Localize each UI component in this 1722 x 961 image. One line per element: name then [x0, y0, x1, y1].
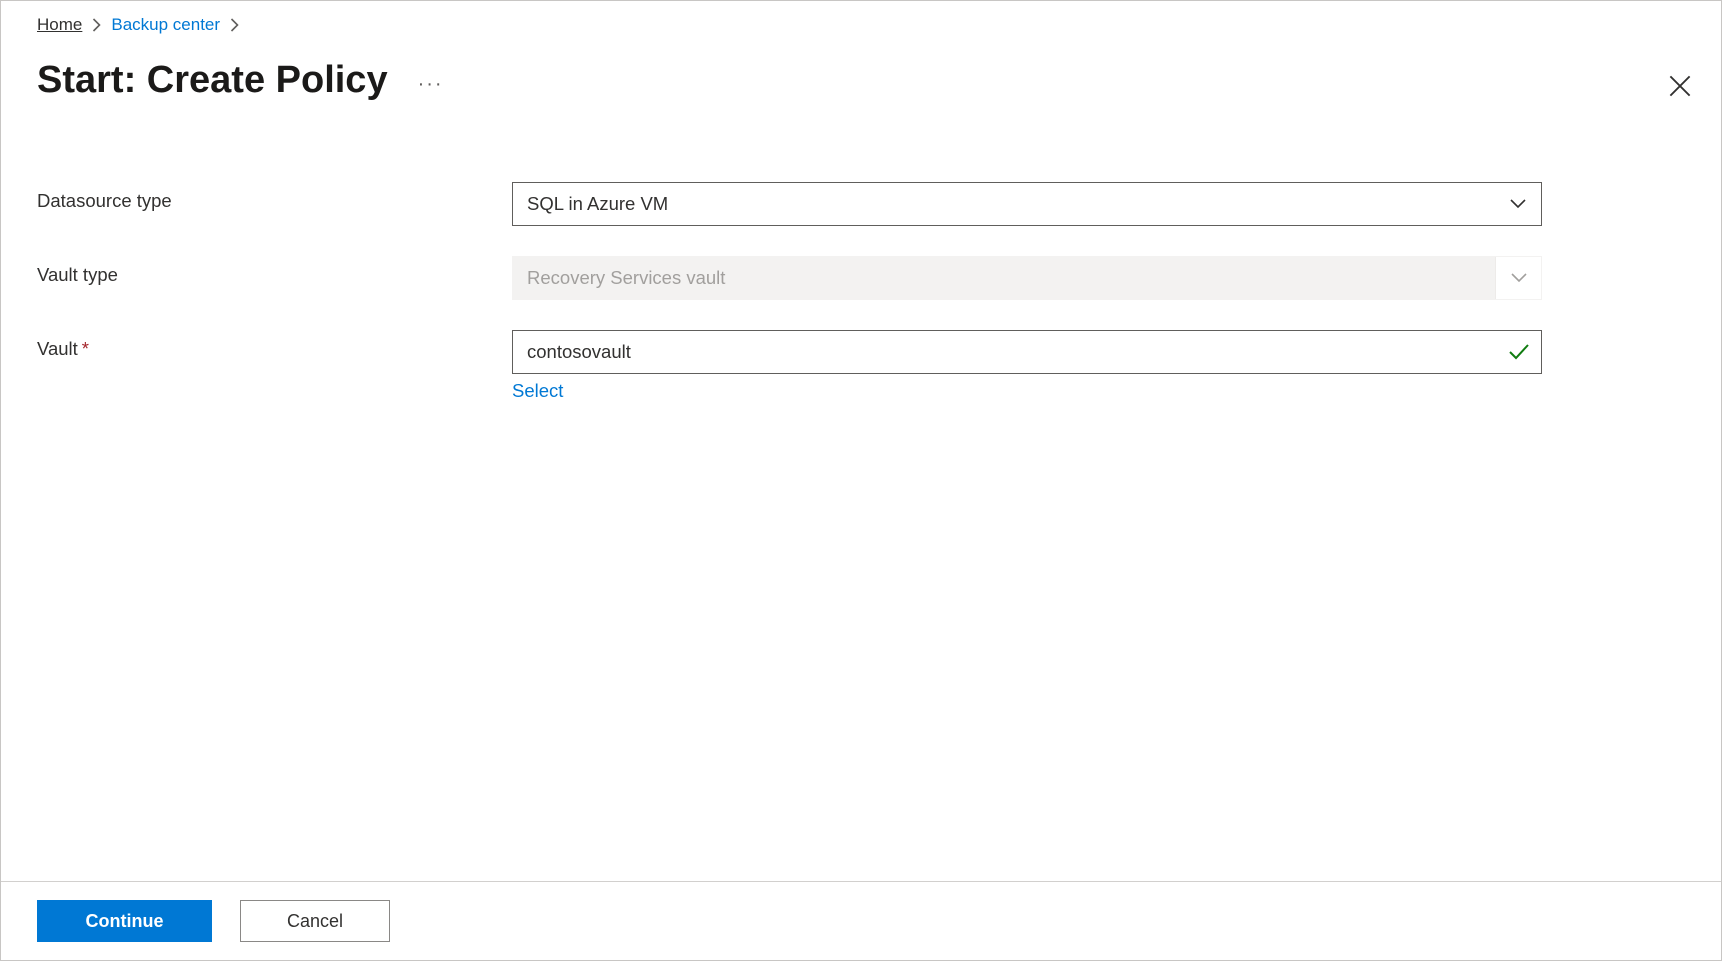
close-icon: [1669, 75, 1691, 97]
page-title: Start: Create Policy: [37, 59, 388, 102]
datasource-type-value: SQL in Azure VM: [527, 193, 668, 215]
close-button[interactable]: [1663, 69, 1697, 103]
checkmark-icon: [1509, 331, 1529, 373]
breadcrumb: Home Backup center: [37, 15, 1685, 35]
cancel-button[interactable]: Cancel: [240, 900, 390, 942]
vault-input[interactable]: contosovault: [512, 330, 1542, 374]
chevron-down-icon: [1495, 257, 1541, 299]
continue-button[interactable]: Continue: [37, 900, 212, 942]
chevron-right-icon: [230, 18, 239, 32]
vault-type-value: Recovery Services vault: [527, 267, 725, 289]
vault-select-link[interactable]: Select: [512, 380, 563, 401]
breadcrumb-home[interactable]: Home: [37, 15, 82, 35]
vault-type-label: Vault type: [37, 256, 512, 286]
vault-label: Vault*: [37, 330, 512, 360]
breadcrumb-backup-center[interactable]: Backup center: [111, 15, 220, 35]
datasource-type-label: Datasource type: [37, 182, 512, 212]
chevron-down-icon: [1495, 183, 1541, 225]
vault-value: contosovault: [527, 341, 631, 363]
required-marker: *: [82, 338, 89, 359]
chevron-right-icon: [92, 18, 101, 32]
datasource-type-select[interactable]: SQL in Azure VM: [512, 182, 1542, 226]
footer: Continue Cancel: [1, 881, 1721, 960]
vault-type-select: Recovery Services vault: [512, 256, 1542, 300]
more-actions-button[interactable]: ···: [418, 65, 444, 96]
